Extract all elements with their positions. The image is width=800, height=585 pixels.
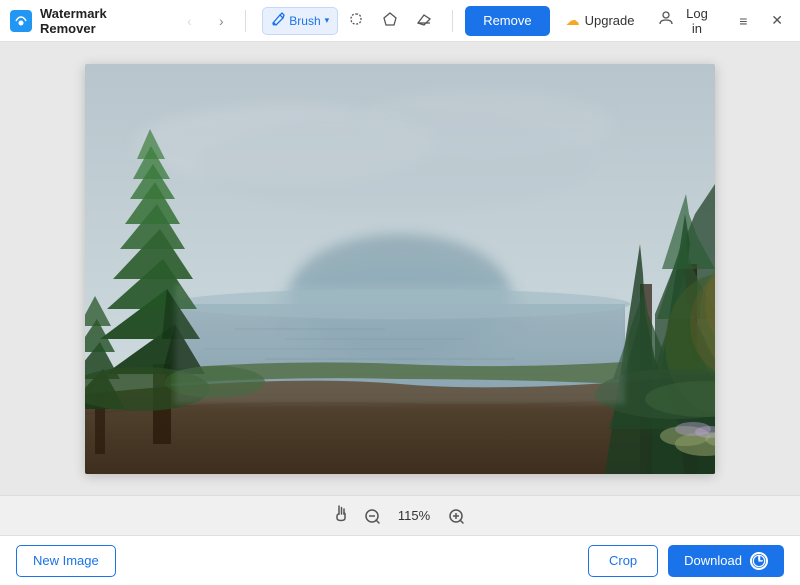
close-button[interactable]: ✕ <box>764 8 790 34</box>
app-title-text: Watermark Remover <box>40 6 165 36</box>
erase-icon <box>416 11 432 30</box>
upgrade-icon: ☁ <box>566 12 580 29</box>
bottom-bar: New Image Crop Download <box>0 535 800 585</box>
remove-button[interactable]: Remove <box>465 6 549 36</box>
zoom-level-display: 115% <box>394 508 434 523</box>
crop-button[interactable]: Crop <box>588 545 658 577</box>
forward-button[interactable]: › <box>209 9 233 33</box>
zoom-bar: 115% <box>0 495 800 535</box>
titlebar-right: ☁ Upgrade Log in ≡ ✕ <box>558 2 790 40</box>
brush-icon <box>271 12 285 29</box>
bottom-right-actions: Crop Download <box>588 545 784 577</box>
login-label: Log in <box>679 6 714 36</box>
lasso-tool-button[interactable] <box>340 7 372 35</box>
brush-tool-button[interactable]: Brush ▾ <box>262 7 338 35</box>
brush-dropdown-icon: ▾ <box>325 15 330 26</box>
upgrade-button[interactable]: ☁ Upgrade <box>558 8 643 33</box>
zoom-out-button[interactable] <box>360 504 384 528</box>
image-container[interactable] <box>85 64 715 474</box>
upgrade-label: Upgrade <box>585 13 635 28</box>
download-timer-icon <box>750 552 768 570</box>
back-button[interactable]: ‹ <box>177 9 201 33</box>
menu-button[interactable]: ≡ <box>730 8 756 34</box>
titlebar: Watermark Remover ‹ › Brush ▾ <box>0 0 800 42</box>
landscape-image <box>85 64 715 474</box>
main-canvas-area <box>0 42 800 495</box>
brush-label: Brush <box>289 14 320 28</box>
user-icon <box>658 10 674 31</box>
app-logo <box>10 10 32 32</box>
login-button[interactable]: Log in <box>650 2 722 40</box>
hand-tool-icon[interactable] <box>332 504 350 527</box>
erase-tool-button[interactable] <box>408 7 440 35</box>
polygon-tool-button[interactable] <box>374 7 406 35</box>
new-image-button[interactable]: New Image <box>16 545 116 577</box>
toolbar-divider <box>245 10 246 32</box>
polygon-icon <box>382 11 398 30</box>
download-button[interactable]: Download <box>668 545 784 577</box>
lasso-icon <box>348 11 364 30</box>
tool-group: Brush ▾ <box>262 7 440 35</box>
download-label: Download <box>684 553 742 568</box>
zoom-in-button[interactable] <box>444 504 468 528</box>
toolbar-divider-2 <box>452 10 453 32</box>
